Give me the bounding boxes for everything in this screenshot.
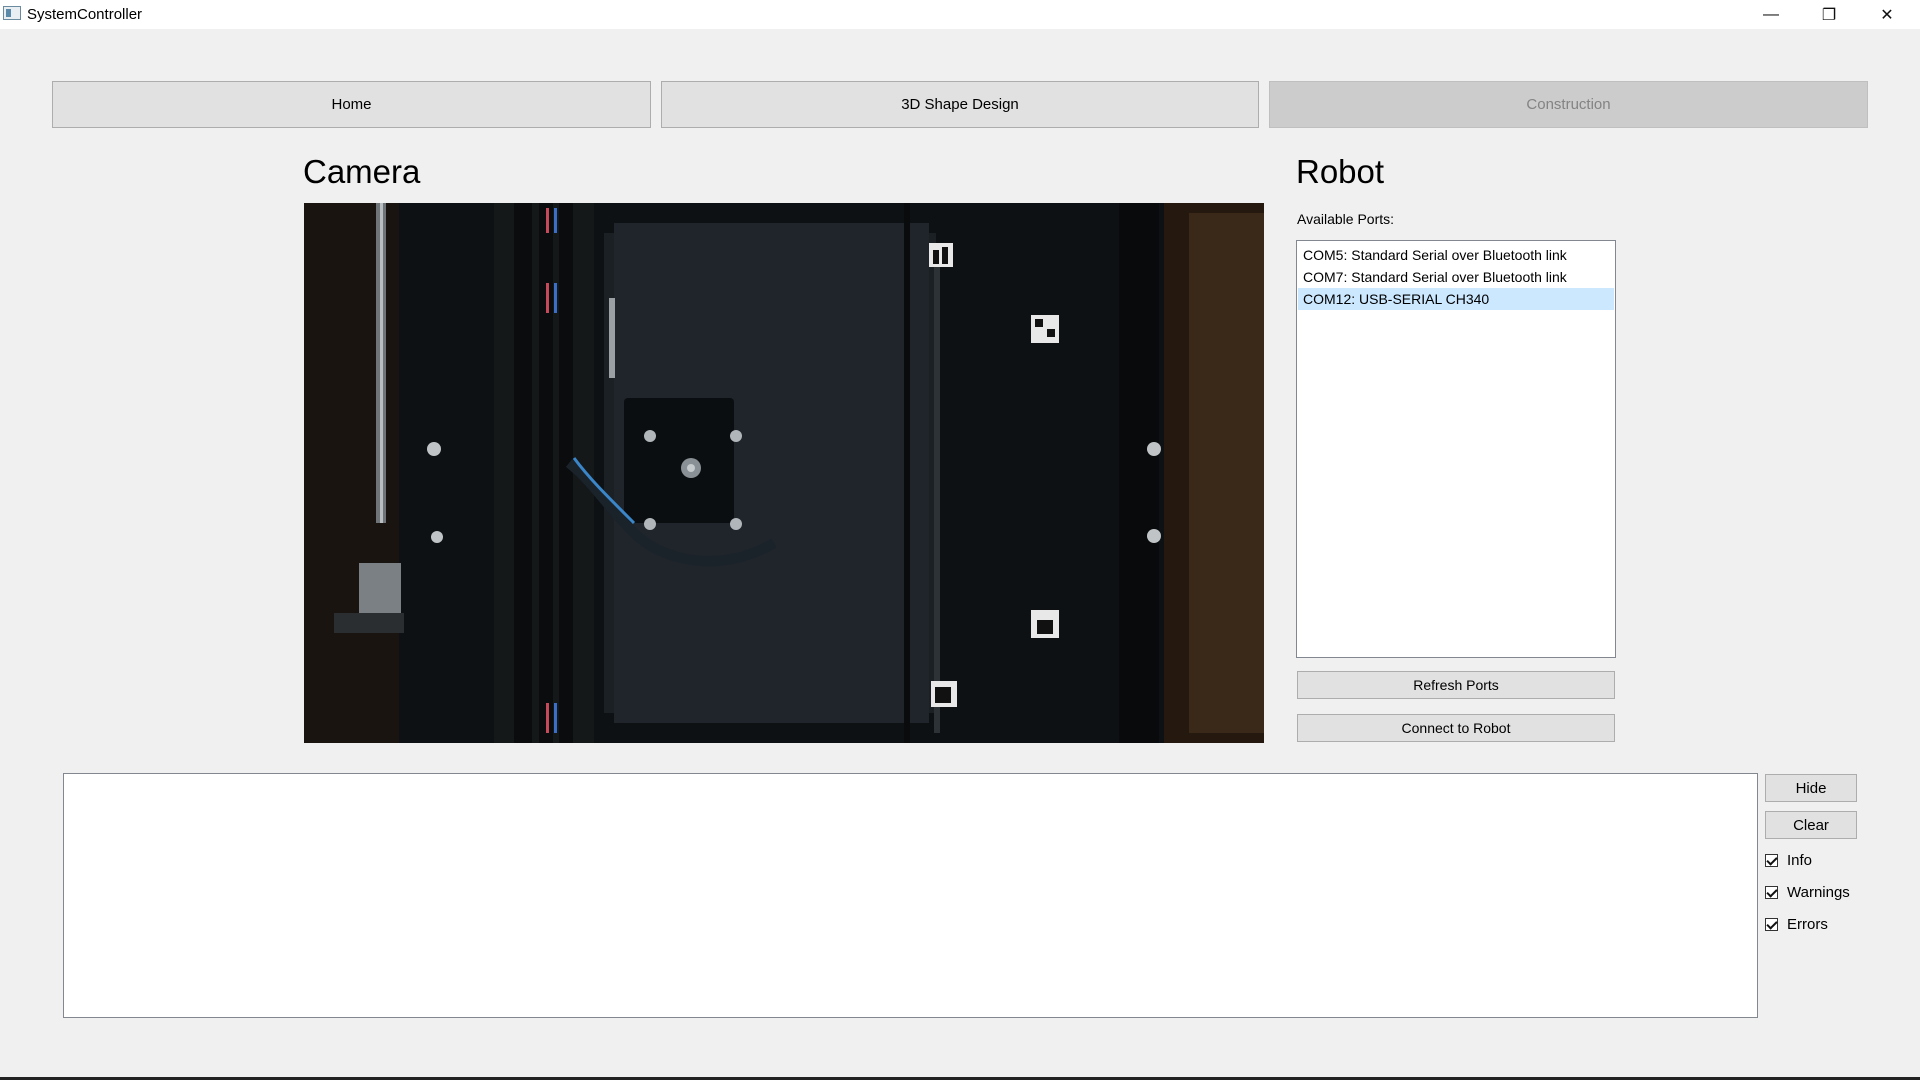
maximize-button[interactable]: ❐ [1800,0,1858,29]
info-checkbox[interactable] [1765,854,1778,867]
close-button[interactable]: ✕ [1858,0,1916,29]
available-ports-label: Available Ports: [1297,211,1395,227]
app-icon [3,6,21,20]
port-item-com7[interactable]: COM7: Standard Serial over Bluetooth lin… [1298,266,1614,288]
connect-to-robot-button[interactable]: Connect to Robot [1297,714,1615,742]
camera-image [304,203,1264,743]
refresh-ports-button[interactable]: Refresh Ports [1297,671,1615,699]
errors-label: Errors [1787,916,1828,933]
log-output[interactable] [63,773,1758,1018]
window-title: SystemController [27,6,143,23]
camera-heading: Camera [303,153,421,190]
warnings-checkbox[interactable] [1765,886,1778,899]
errors-checkbox[interactable] [1765,918,1778,931]
title-bar: SystemController — ❐ ✕ [0,0,1920,29]
hide-log-button[interactable]: Hide [1765,774,1857,802]
info-label: Info [1787,852,1813,869]
camera-feed [304,203,1264,743]
tab-3d-shape-design[interactable]: 3D Shape Design [661,81,1259,128]
warnings-filter[interactable]: Warnings [1765,884,1850,901]
clear-log-button[interactable]: Clear [1765,811,1857,839]
tab-construction: Construction [1269,81,1868,128]
errors-filter[interactable]: Errors [1765,916,1828,933]
minimize-button[interactable]: — [1742,0,1800,29]
ports-list[interactable]: COM5: Standard Serial over Bluetooth lin… [1296,240,1616,658]
warnings-label: Warnings [1787,884,1850,901]
tab-home[interactable]: Home [52,81,651,128]
port-item-com5[interactable]: COM5: Standard Serial over Bluetooth lin… [1298,244,1614,266]
robot-heading: Robot [1296,153,1385,190]
port-item-com12[interactable]: COM12: USB-SERIAL CH340 [1298,288,1614,310]
info-filter[interactable]: Info [1765,852,1812,869]
